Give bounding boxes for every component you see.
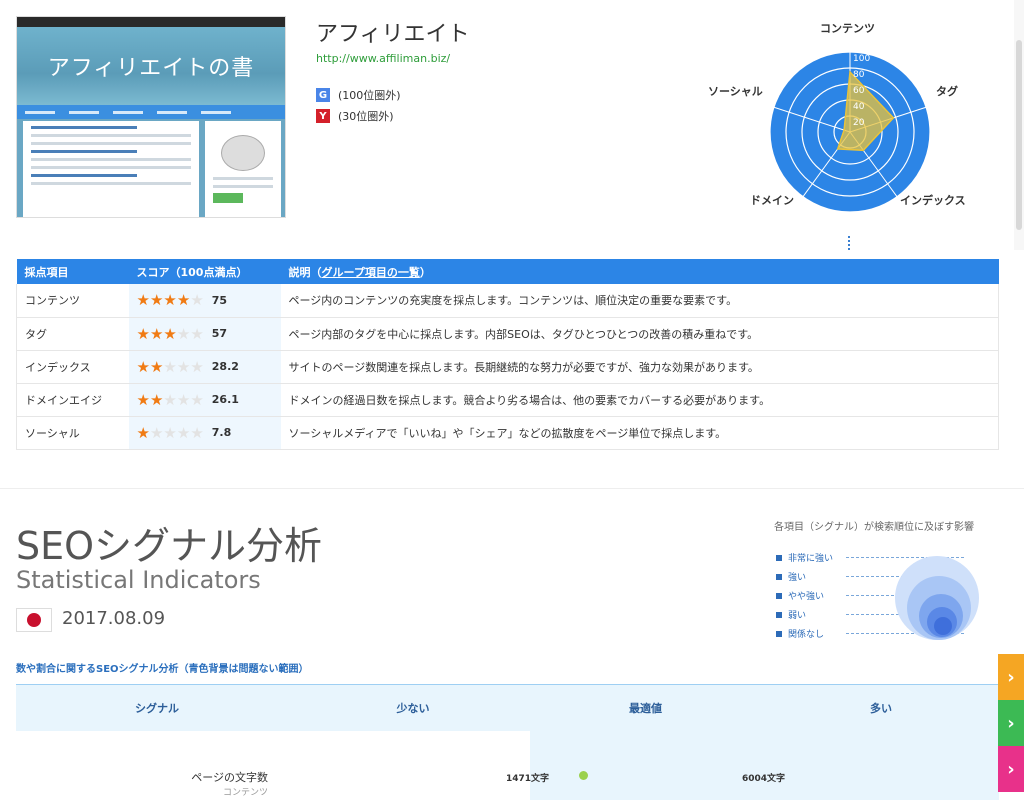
analysis-date: 2017.08.09 — [62, 608, 166, 629]
score-cell: ★★★★★ 57 — [128, 317, 281, 351]
col-header-desc: 説明（グループ項目の一覧） — [280, 259, 999, 284]
thumbnail-topbar — [17, 17, 285, 27]
score-item-name: ドメインエイジ — [16, 383, 129, 417]
radar-tick-label: 40 — [853, 102, 865, 112]
legend-item: 非常に強い — [776, 551, 966, 564]
score-item-name: コンテンツ — [16, 284, 129, 318]
score-description: ソーシャルメディアで「いいね」や「シェア」などの拡散度をページ単位で採点します。 — [280, 416, 999, 450]
signal-current-marker — [579, 771, 588, 780]
legend-item: やや強い — [776, 589, 966, 602]
site-thumbnail[interactable]: アフィリエイトの書 — [16, 16, 286, 218]
influence-bubbles — [895, 556, 979, 640]
legend-item: 弱い — [776, 608, 966, 621]
thumbnail-nav — [17, 105, 285, 119]
score-description: サイトのページ数関連を採点します。長期継続的な努力が必要ですが、強力な効果があり… — [280, 350, 999, 384]
star-rating-icon: ★★★★★ — [136, 291, 204, 310]
score-description: ページ内のコンテンツの充実度を採点します。コンテンツは、順位決定の重要な要素です… — [280, 284, 999, 318]
score-value: 28.2 — [211, 360, 239, 373]
avatar — [221, 135, 265, 171]
thumbnail-sidebar — [205, 121, 281, 217]
score-table: 採点項目 スコア（100点満点） 説明（グループ項目の一覧） コンテンツ ★★★★… — [16, 259, 999, 450]
radar-tick-label: 100 — [853, 54, 870, 64]
col-header-item: 採点項目 — [16, 259, 129, 284]
radar-axis-label: コンテンツ — [820, 22, 875, 35]
signal-low-value: 1471文字 — [506, 774, 550, 784]
more-dots-icon[interactable] — [848, 236, 850, 250]
signal-table-header: シグナル 少ない 最適値 多い — [16, 685, 999, 731]
score-value: 75 — [211, 293, 228, 307]
score-description: ドメインの経過日数を採点します。競合より劣る場合は、他の要素でカバーする必要があ… — [280, 383, 999, 417]
star-rating-icon: ★★★★★ — [136, 423, 204, 442]
col-low: 少ない — [396, 702, 430, 715]
scrollbar[interactable] — [1014, 0, 1024, 250]
section-divider — [0, 488, 1024, 489]
col-signal: シグナル — [135, 702, 179, 715]
google-rank: G (100位圏外) — [316, 87, 401, 103]
score-cell: ★★★★★ 75 — [128, 284, 281, 318]
seo-title: SEOシグナル分析 — [16, 524, 323, 568]
yahoo-rank: Y (30位圏外) — [316, 108, 394, 124]
star-rating-icon: ★★★★★ — [136, 324, 204, 343]
score-description: ページ内部のタグを中心に採点します。内部SEOは、タグひとつひとつの改善の積み重… — [280, 317, 999, 351]
side-tab-green[interactable]: › — [998, 700, 1024, 746]
score-cell: ★★★★★ 28.2 — [128, 350, 281, 384]
score-row: ドメインエイジ ★★★★★ 26.1 ドメインの経過日数を採点します。競合より劣る場合… — [16, 383, 999, 417]
signal-table: シグナル 少ない 最適値 多い ページの文字数 コンテンツ 1471文字 600… — [16, 684, 999, 800]
score-item-name: ソーシャル — [16, 416, 129, 450]
legend-item: 関係なし — [776, 627, 966, 640]
signal-name: ページの文字数 — [191, 771, 268, 784]
radar-axis-label: インデックス — [900, 194, 966, 207]
score-cell: ★★★★★ 7.8 — [128, 416, 281, 450]
chevron-right-icon: › — [1007, 712, 1015, 734]
yahoo-rank-text: (30位圏外) — [338, 110, 394, 123]
radar-tick-label: 20 — [853, 118, 865, 128]
yahoo-icon: Y — [316, 109, 330, 123]
page: アフィリエイトの書 アフィリエイト http://www.affiliman.b… — [0, 0, 1024, 800]
optimal-range-band — [530, 731, 999, 800]
radar-axis-label: ドメイン — [750, 194, 794, 207]
radar-chart: 20 40 60 80 100 コンテンツ タグ インデックス ドメイン ソーシャル — [690, 14, 1000, 234]
google-icon: G — [316, 88, 330, 102]
chevron-right-icon: › — [1007, 758, 1015, 780]
radar-axis-label: タグ — [936, 85, 958, 98]
side-tab-orange[interactable]: › — [998, 654, 1024, 700]
score-value: 7.8 — [211, 426, 232, 439]
signal-section-title: 数や割合に関するSEOシグナル分析（青色背景は問題ない範囲） — [16, 664, 309, 675]
radar-axis-label: ソーシャル — [708, 85, 763, 98]
site-title: アフィリエイト — [316, 22, 470, 47]
score-value: 57 — [211, 327, 228, 340]
side-tab-pink[interactable]: › — [998, 746, 1024, 792]
col-header-score: スコア（100点満点） — [128, 259, 281, 284]
score-item-name: インデックス — [16, 350, 129, 384]
google-rank-text: (100位圏外) — [338, 89, 401, 102]
radar-tick-label: 60 — [853, 86, 865, 96]
thumbnail-hero: アフィリエイトの書 — [17, 27, 285, 105]
thumbnail-body — [23, 121, 199, 217]
score-item-name: タグ — [16, 317, 129, 351]
signal-high-value: 6004文字 — [742, 774, 786, 784]
legend-item: 強い — [776, 570, 966, 583]
score-value: 26.1 — [211, 393, 239, 406]
chevron-right-icon: › — [1007, 666, 1015, 688]
col-optimal: 最適値 — [629, 702, 662, 715]
site-url-link[interactable]: http://www.affiliman.biz/ — [316, 52, 450, 65]
star-rating-icon: ★★★★★ — [136, 390, 204, 409]
score-cell: ★★★★★ 26.1 — [128, 383, 281, 417]
group-list-link[interactable]: グループ項目の一覧 — [322, 266, 420, 279]
seo-subtitle: Statistical Indicators — [16, 566, 261, 594]
score-row: ソーシャル ★★★★★ 7.8 ソーシャルメディアで「いいね」や「シェア」などの拡散度… — [16, 416, 999, 450]
score-row: コンテンツ ★★★★★ 75 ページ内のコンテンツの充実度を採点します。コンテンツは、… — [16, 284, 999, 318]
japan-flag-icon — [16, 608, 52, 632]
radar-tick-label: 80 — [853, 70, 865, 80]
score-row: タグ ★★★★★ 57 ページ内部のタグを中心に採点します。内部SEOは、タグひとつひ… — [16, 317, 999, 351]
legend-title: 各項目（シグナル）が検索順位に及ぼす影響 — [774, 522, 974, 533]
star-rating-icon: ★★★★★ — [136, 357, 204, 376]
score-row: インデックス ★★★★★ 28.2 サイトのページ数関連を採点します。長期継続的な努力… — [16, 350, 999, 384]
col-high: 多い — [870, 702, 892, 715]
signal-category: コンテンツ — [222, 788, 268, 798]
